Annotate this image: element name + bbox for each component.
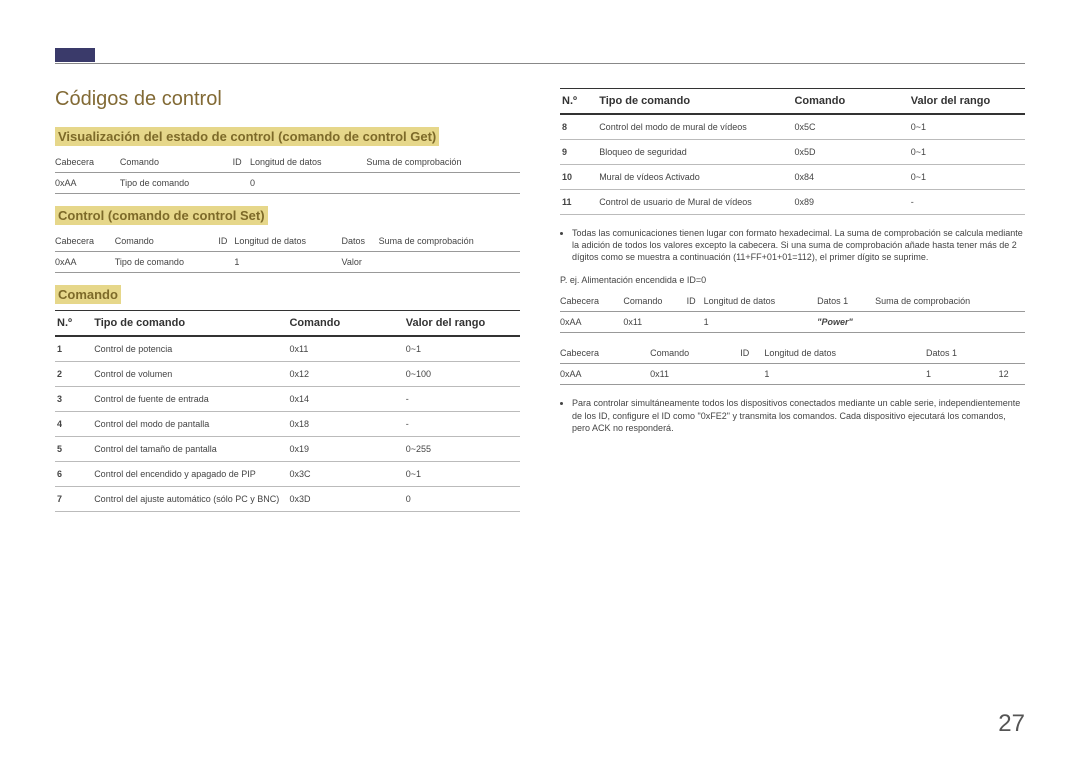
cmd-table-left: N.º Tipo de comando Comando Valor del ra… bbox=[55, 310, 520, 512]
left-column: Códigos de control Visualización del est… bbox=[55, 88, 520, 512]
table-row: 2Control de volumen0x120~100 bbox=[55, 362, 520, 387]
table-row: 1Control de potencia0x110~1 bbox=[55, 336, 520, 362]
table-row: Cabecera Comando ID Longitud de datos Da… bbox=[560, 343, 1025, 364]
table-row: Cabecera Comando ID Longitud de datos Su… bbox=[55, 152, 520, 173]
table-row: 0xAA Tipo de comando 1 Valor bbox=[55, 252, 520, 273]
section-set-heading: Control (comando de control Set) bbox=[55, 208, 520, 223]
table-row: 0xAA 0x11 1 "Power" bbox=[560, 312, 1025, 333]
table-header: N.º Tipo de comando Comando Valor del ra… bbox=[560, 89, 1025, 115]
note-list: Todas las comunicaciones tienen lugar co… bbox=[560, 227, 1025, 263]
table-row: 11Control de usuario de Mural de vídeos0… bbox=[560, 190, 1025, 215]
example2-table: Cabecera Comando ID Longitud de datos Da… bbox=[560, 343, 1025, 385]
table-row: 0xAA Tipo de comando 0 bbox=[55, 173, 520, 194]
table-row: 10Mural de vídeos Activado0x840~1 bbox=[560, 165, 1025, 190]
table-header: N.º Tipo de comando Comando Valor del ra… bbox=[55, 311, 520, 337]
note-item: Para controlar simultáneamente todos los… bbox=[572, 397, 1025, 433]
table-row: 4Control del modo de pantalla0x18- bbox=[55, 412, 520, 437]
header-rule bbox=[55, 63, 1025, 64]
example1-table: Cabecera Comando ID Longitud de datos Da… bbox=[560, 291, 1025, 333]
cmd-table-right: N.º Tipo de comando Comando Valor del ra… bbox=[560, 88, 1025, 215]
table-row: Cabecera Comando ID Longitud de datos Da… bbox=[55, 231, 520, 252]
set-table: Cabecera Comando ID Longitud de datos Da… bbox=[55, 231, 520, 273]
table-row: 7Control del ajuste automático (sólo PC … bbox=[55, 487, 520, 512]
note-item: Todas las comunicaciones tienen lugar co… bbox=[572, 227, 1025, 263]
content-columns: Códigos de control Visualización del est… bbox=[55, 88, 1025, 512]
section-get-heading: Visualización del estado de control (com… bbox=[55, 129, 520, 144]
page-number: 27 bbox=[998, 710, 1025, 738]
page-title: Códigos de control bbox=[55, 88, 520, 111]
table-row: 9Bloqueo de seguridad0x5D0~1 bbox=[560, 140, 1025, 165]
table-row: 3Control de fuente de entrada0x14- bbox=[55, 387, 520, 412]
table-row: 0xAA 0x11 1 1 12 bbox=[560, 364, 1025, 385]
table-row: 6Control del encendido y apagado de PIP0… bbox=[55, 462, 520, 487]
example-label: P. ej. Alimentación encendida e ID=0 bbox=[560, 275, 1025, 285]
right-column: N.º Tipo de comando Comando Valor del ra… bbox=[560, 88, 1025, 512]
table-row: 5Control del tamaño de pantalla0x190~255 bbox=[55, 437, 520, 462]
header-accent-bar bbox=[55, 48, 95, 62]
page: Códigos de control Visualización del est… bbox=[0, 0, 1080, 763]
table-row: Cabecera Comando ID Longitud de datos Da… bbox=[560, 291, 1025, 312]
section-cmd-heading: Comando bbox=[55, 287, 520, 302]
get-table: Cabecera Comando ID Longitud de datos Su… bbox=[55, 152, 520, 194]
note-list: Para controlar simultáneamente todos los… bbox=[560, 397, 1025, 433]
table-row: 8Control del modo de mural de vídeos0x5C… bbox=[560, 114, 1025, 140]
